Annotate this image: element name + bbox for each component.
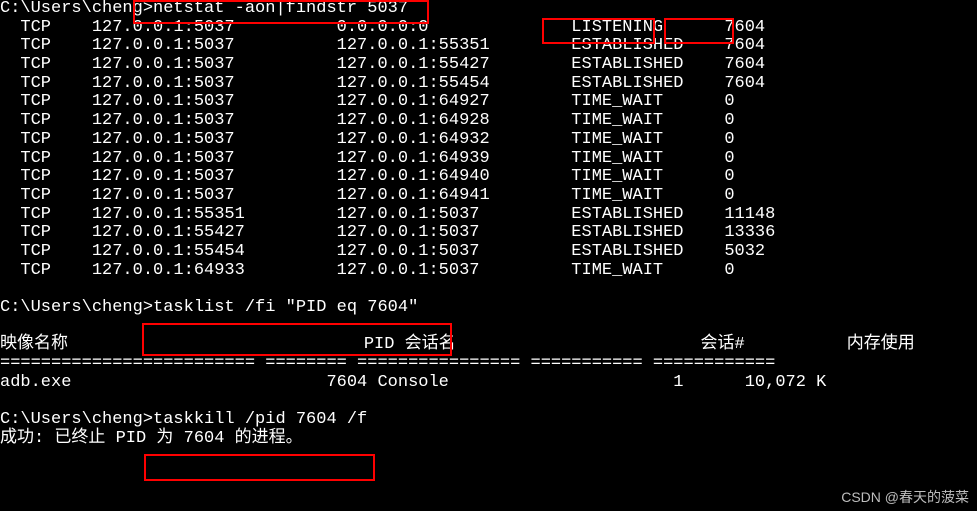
highlight-cmd-taskkill [144,454,375,481]
highlight-cmd-netstat [133,0,429,24]
terminal-output: C:\Users\cheng>netstat -aon|findstr 5037… [0,0,977,449]
highlight-state-listening [542,18,655,44]
highlight-cmd-tasklist [142,323,452,356]
watermark: CSDN @春天的菠菜 [841,490,969,505]
highlight-pid-7604 [664,18,734,44]
